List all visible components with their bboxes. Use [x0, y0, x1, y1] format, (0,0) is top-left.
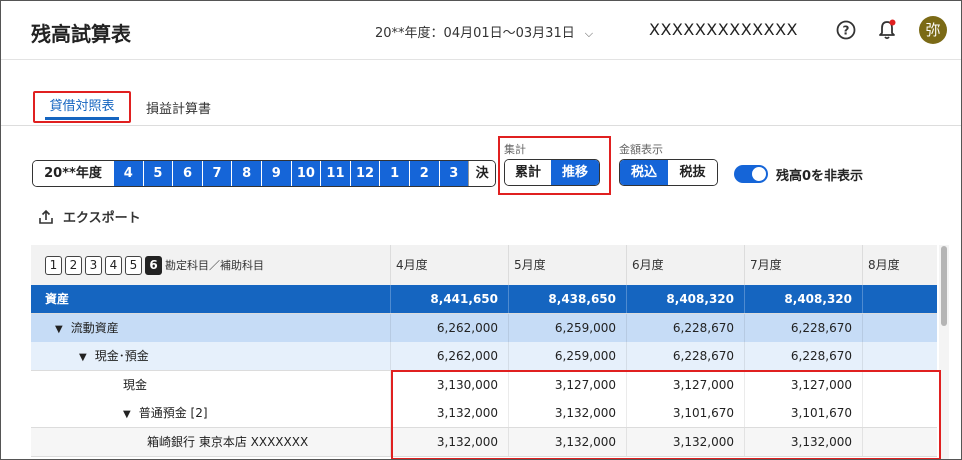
level-button[interactable]: 5 [125, 256, 142, 275]
period-selector[interactable]: 20**年度：04月01日〜03月31日 ⌵ [375, 22, 593, 41]
closing-button[interactable]: 決 [468, 161, 496, 186]
level-button[interactable]: 4 [105, 256, 122, 275]
month-button[interactable]: 7 [201, 161, 232, 186]
column-header-month: 6月度 [626, 245, 745, 285]
month-button[interactable]: 12 [349, 161, 380, 186]
month-button[interactable]: 10 [290, 161, 321, 186]
account-label: 箱崎銀行 東京本店 XXXXXXX [147, 435, 309, 449]
avatar[interactable]: 弥 [919, 16, 947, 44]
scrollbar-thumb[interactable] [941, 246, 947, 326]
bell-icon[interactable] [877, 19, 897, 41]
hide-zero-toggle[interactable] [734, 165, 768, 183]
chevron-down-icon: ⌵ [584, 27, 594, 40]
level-selector: 1 2 3 4 5 6 勘定科目／補助科目 [45, 245, 264, 285]
aggregate-toggle: 累計 推移 [504, 159, 600, 186]
amount-cell: 8,438,650 [548, 292, 616, 306]
level-button[interactable]: 6 [145, 256, 162, 275]
month-button[interactable]: 6 [172, 161, 202, 186]
statement-tabs: 貸借対照表 損益計算書 [1, 91, 961, 126]
table-row[interactable]: 資産 8,441,650 8,438,650 8,408,320 8,408,320 8,… [31, 285, 937, 314]
amount-cell: 8,4 [860, 285, 937, 313]
expand-toggle-icon[interactable]: ▼ [123, 409, 131, 420]
year-button[interactable]: 20**年度 [33, 161, 113, 186]
account-name: ▼ 流動資産 [55, 314, 119, 342]
level-button[interactable]: 2 [65, 256, 82, 275]
amount-cell: 8,441,650 [430, 292, 498, 306]
column-header-month: 8月度 [862, 245, 937, 285]
table-header: 1 2 3 4 5 6 勘定科目／補助科目 4月度 5月度 6月度 7月度 8月度 [31, 245, 937, 286]
account-label: 資産 [45, 292, 70, 306]
amount-cell: 6,262,000 [436, 320, 498, 335]
transition-button[interactable]: 推移 [551, 160, 599, 185]
account-name: ▼ 現金･預金 [79, 342, 149, 370]
period-label: 20**年度：04月01日〜03月31日 [375, 26, 575, 41]
toggle-knob [752, 167, 766, 181]
amount-cell: 6,2 [860, 314, 937, 342]
app-header: 残高試算表 20**年度：04月01日〜03月31日 ⌵ XXXXXXXXXXXX… [1, 1, 961, 60]
account-column-header: 勘定科目／補助科目 [165, 259, 264, 272]
page-title: 残高試算表 [31, 22, 131, 46]
month-button[interactable]: 2 [408, 161, 439, 186]
account-label: 現金･預金 [94, 349, 149, 364]
account-label: 流動資産 [70, 320, 119, 335]
tab-balance-sheet[interactable]: 貸借対照表 [33, 91, 131, 123]
help-circle-icon[interactable]: ? [836, 20, 856, 40]
month-button[interactable]: 8 [231, 161, 261, 186]
aggregate-label: 集計 [504, 143, 526, 156]
export-icon [39, 209, 53, 224]
account-name: ▼ 普通預金 [2] [123, 399, 208, 427]
values-highlight [391, 370, 941, 459]
amount-cell: 6,228,670 [672, 349, 734, 364]
month-button[interactable]: 1 [379, 161, 409, 186]
table-row[interactable]: ▼ 現金･預金 6,262,000 6,259,000 6,228,670 6,228,6… [31, 342, 937, 372]
period-month-selector: 20**年度 4 5 6 7 8 9 10 11 12 1 2 3 決 [32, 160, 497, 187]
level-button[interactable]: 1 [45, 256, 62, 275]
month-button[interactable]: 9 [260, 161, 291, 186]
export-label: エクスポート [63, 211, 141, 226]
table-row[interactable]: ▼ 流動資産 6,262,000 6,259,000 6,228,670 6,228,67… [31, 313, 937, 343]
amount-cell: 6,259,000 [554, 320, 616, 335]
account-name: 現金 [123, 371, 147, 399]
level-button[interactable]: 3 [85, 256, 102, 275]
hide-zero-label: 残高0を非表示 [776, 169, 864, 184]
amount-cell: 6,262,000 [436, 349, 498, 364]
amount-cell: 6,228,670 [790, 320, 852, 335]
column-header-month: 5月度 [508, 245, 627, 285]
export-button[interactable]: エクスポート [38, 207, 141, 226]
account-name: 箱崎銀行 東京本店 XXXXXXX [147, 428, 308, 456]
amount-cell: 8,408,320 [666, 292, 734, 306]
cumulative-button[interactable]: 累計 [505, 160, 551, 185]
month-button[interactable]: 4 [113, 161, 143, 186]
amount-cell: 6,228,670 [790, 349, 852, 364]
account-name: 資産 [45, 285, 69, 313]
column-header-month: 4月度 [390, 245, 509, 285]
amount-cell: 6,228,670 [672, 320, 734, 335]
svg-text:?: ? [843, 24, 850, 38]
tax-included-button[interactable]: 税込 [620, 160, 668, 185]
amount-display-toggle: 税込 税抜 [619, 159, 718, 186]
app-window: 残高試算表 20**年度：04月01日〜03月31日 ⌵ XXXXXXXXXXXX… [0, 0, 962, 460]
tax-excluded-button[interactable]: 税抜 [668, 160, 717, 185]
account-label: 普通預金 [2] [138, 406, 208, 421]
month-button[interactable]: 3 [438, 161, 469, 186]
account-label: 現金 [123, 377, 148, 392]
month-button[interactable]: 5 [142, 161, 173, 186]
column-header-month: 7月度 [744, 245, 863, 285]
expand-toggle-icon[interactable]: ▼ [79, 352, 87, 363]
amount-display-label: 金額表示 [619, 143, 663, 156]
amount-cell: 6,259,000 [554, 349, 616, 364]
expand-toggle-icon[interactable]: ▼ [55, 324, 63, 335]
amount-cell: 6,2 [860, 342, 937, 370]
month-button[interactable]: 11 [320, 161, 350, 186]
company-name[interactable]: XXXXXXXXXXXXX [649, 20, 798, 39]
tab-income-statement[interactable]: 損益計算書 [146, 98, 211, 117]
amount-cell: 8,408,320 [784, 292, 852, 306]
